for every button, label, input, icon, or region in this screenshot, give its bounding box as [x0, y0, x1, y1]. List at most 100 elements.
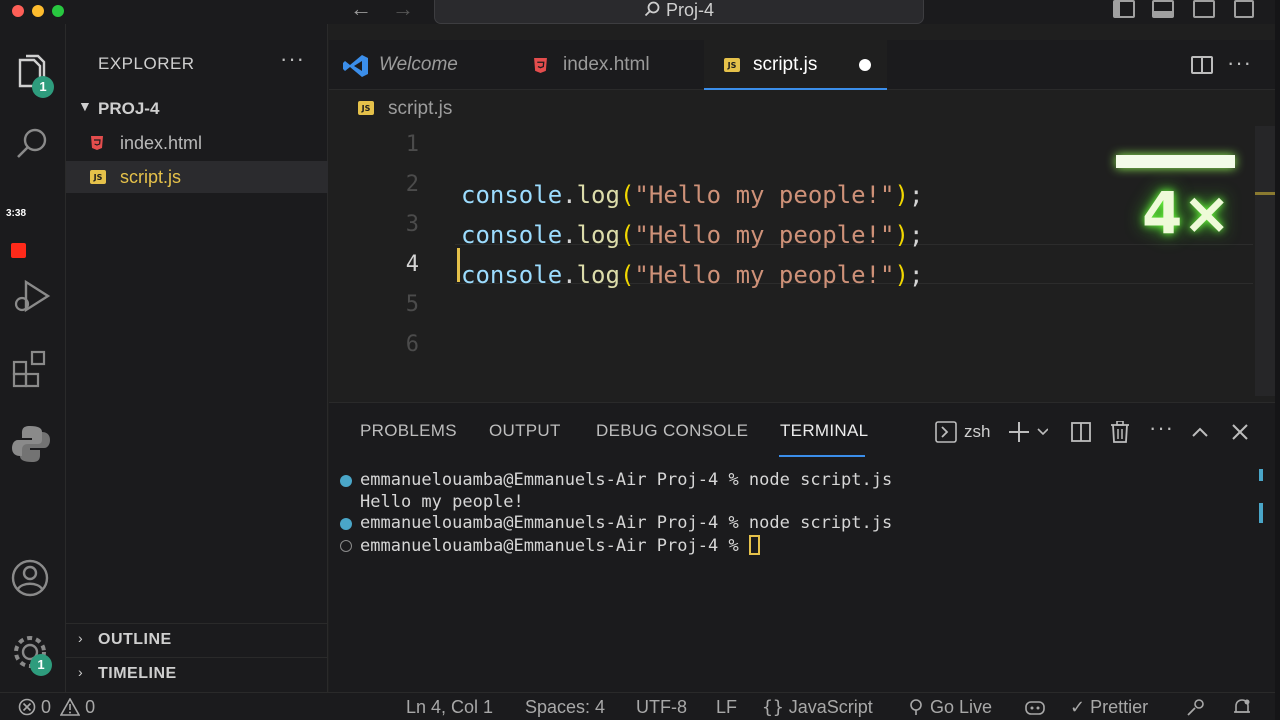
code-token: ; — [908, 181, 924, 209]
timeline-section[interactable]: › TIMELINE — [66, 657, 328, 689]
cursor-position[interactable]: Ln 4, Col 1 — [406, 697, 493, 718]
search-icon — [644, 1, 660, 17]
code-token: console — [461, 261, 563, 289]
line-number: 5 — [405, 292, 419, 317]
folder-proj-4[interactable]: ▼ PROJ-4 — [66, 96, 328, 122]
tab-welcome[interactable]: Welcome — [329, 40, 499, 90]
command-center-search[interactable]: Proj-4 — [434, 0, 924, 24]
close-window-button[interactable] — [12, 5, 24, 17]
accounts-icon[interactable] — [10, 558, 54, 602]
code-token: "Hello my people!" — [634, 221, 895, 249]
panel-more-icon[interactable]: ··· — [1149, 415, 1174, 441]
code-token: ( — [619, 181, 635, 209]
chevron-right-icon: › — [78, 630, 83, 646]
unsaved-dot-icon[interactable] — [859, 59, 871, 71]
active-tab-indicator — [779, 455, 865, 457]
split-editor-icon[interactable] — [1191, 56, 1213, 74]
copilot-icon[interactable] — [1024, 697, 1046, 718]
close-panel-icon[interactable] — [1231, 421, 1249, 443]
html-file-icon — [90, 136, 104, 150]
terminal-shell-selector[interactable]: zsh — [935, 421, 1001, 443]
maximize-panel-chevron-up-icon[interactable] — [1191, 421, 1209, 443]
file-index-html[interactable]: index.html — [66, 127, 328, 159]
recording-stop-icon[interactable] — [11, 243, 26, 258]
explorer-title: EXPLORER — [98, 54, 195, 73]
command-success-dot-icon[interactable] — [340, 475, 352, 487]
prettier-label: Prettier — [1090, 697, 1149, 717]
toggle-primary-sidebar-icon[interactable] — [1113, 0, 1135, 18]
playback-speed-overlay: 4× — [1116, 155, 1236, 250]
problems-status[interactable]: 0 0 — [18, 697, 95, 718]
code-line-3[interactable]: console.log("Hello my people!"); — [461, 221, 923, 249]
prettier-status[interactable]: ✓ Prettier — [1070, 697, 1148, 718]
end-of-line[interactable]: LF — [716, 697, 737, 718]
go-live-button[interactable]: Go Live — [907, 697, 992, 718]
search-icon[interactable] — [10, 122, 54, 166]
explorer-sidebar: EXPLORER ··· ▼ PROJ-4 index.html JS scri… — [66, 24, 328, 692]
python-icon[interactable] — [10, 422, 54, 466]
code-token: "Hello my people!" — [634, 181, 895, 209]
go-live-label: Go Live — [930, 697, 993, 717]
terminal-prompt-text: emmanuelouamba@Emmanuels-Air Proj-4 % — [360, 536, 749, 556]
terminal-scroll-marker — [1259, 503, 1263, 523]
extensions-icon[interactable] — [10, 346, 54, 390]
shell-name: zsh — [964, 422, 991, 441]
toggle-secondary-sidebar-icon[interactable] — [1193, 0, 1215, 18]
explorer-badge: 1 — [32, 76, 54, 98]
tab-problems[interactable]: PROBLEMS — [360, 421, 457, 441]
tab-output[interactable]: OUTPUT — [489, 421, 561, 441]
toggle-panel-icon[interactable] — [1152, 0, 1174, 18]
terminal-line: emmanuelouamba@Emmanuels-Air Proj-4 % no… — [360, 470, 893, 490]
activity-bar: 1 3:38 1 — [0, 24, 66, 692]
split-terminal-icon[interactable] — [1071, 421, 1091, 443]
tab-label: Welcome — [379, 54, 458, 75]
tab-index-html[interactable]: index.html — [519, 40, 689, 90]
line-number: 6 — [405, 332, 419, 357]
settings-gear-icon[interactable]: 1 — [10, 630, 54, 676]
code-line-4[interactable]: console.log("Hello my people!"); — [461, 261, 923, 289]
terminal-line: Hello my people! — [360, 492, 524, 512]
new-terminal-icon[interactable] — [1008, 421, 1049, 443]
command-center-label: Proj-4 — [665, 0, 714, 20]
code-token: . — [562, 261, 577, 289]
chevron-right-icon: › — [78, 664, 83, 680]
forward-arrow-icon[interactable]: → — [392, 0, 414, 22]
tab-script-js[interactable]: JS script.js — [704, 40, 887, 90]
bottom-panel: PROBLEMS OUTPUT DEBUG CONSOLE TERMINAL z… — [329, 402, 1280, 692]
terminal-prompt[interactable]: emmanuelouamba@Emmanuels-Air Proj-4 % — [360, 535, 760, 556]
command-success-dot-icon[interactable] — [340, 518, 352, 530]
encoding[interactable]: UTF-8 — [636, 697, 687, 718]
explorer-more-icon[interactable]: ··· — [280, 46, 305, 72]
maximize-window-button[interactable] — [52, 5, 64, 17]
language-mode[interactable]: {} JavaScript — [762, 697, 873, 718]
text-cursor — [457, 248, 460, 282]
language-label: JavaScript — [788, 697, 873, 717]
js-file-icon: JS — [90, 170, 106, 184]
customize-layout-icon[interactable] — [1234, 0, 1254, 18]
back-arrow-icon[interactable]: ← — [350, 0, 372, 22]
code-token: "Hello my people!" — [634, 261, 895, 289]
tab-debug-console[interactable]: DEBUG CONSOLE — [596, 421, 748, 441]
indentation[interactable]: Spaces: 4 — [525, 697, 605, 718]
feedback-icon[interactable] — [1186, 697, 1206, 718]
breadcrumb-file[interactable]: script.js — [388, 98, 452, 120]
file-label: index.html — [120, 133, 203, 153]
code-token: ( — [619, 221, 635, 249]
file-label: script.js — [120, 167, 182, 187]
chevron-down-icon: ▼ — [78, 98, 92, 114]
trash-icon[interactable] — [1110, 420, 1130, 443]
explorer-icon[interactable]: 1 — [10, 52, 54, 98]
editor-more-icon[interactable]: ··· — [1227, 50, 1252, 76]
run-debug-icon[interactable] — [10, 274, 54, 318]
code-token: . — [562, 181, 577, 209]
code-line-2[interactable]: console.log("Hello my people!"); — [461, 181, 923, 209]
minimize-window-button[interactable] — [32, 5, 44, 17]
terminal-scroll-marker — [1259, 469, 1263, 481]
terminal-icon — [935, 421, 957, 448]
tab-terminal[interactable]: TERMINAL — [780, 421, 868, 441]
window-edge — [1275, 0, 1280, 720]
file-script-js[interactable]: JS script.js — [66, 161, 328, 193]
outline-section[interactable]: › OUTLINE — [66, 623, 328, 655]
code-token: ) — [894, 221, 909, 249]
notifications-bell-icon[interactable] — [1232, 697, 1252, 718]
